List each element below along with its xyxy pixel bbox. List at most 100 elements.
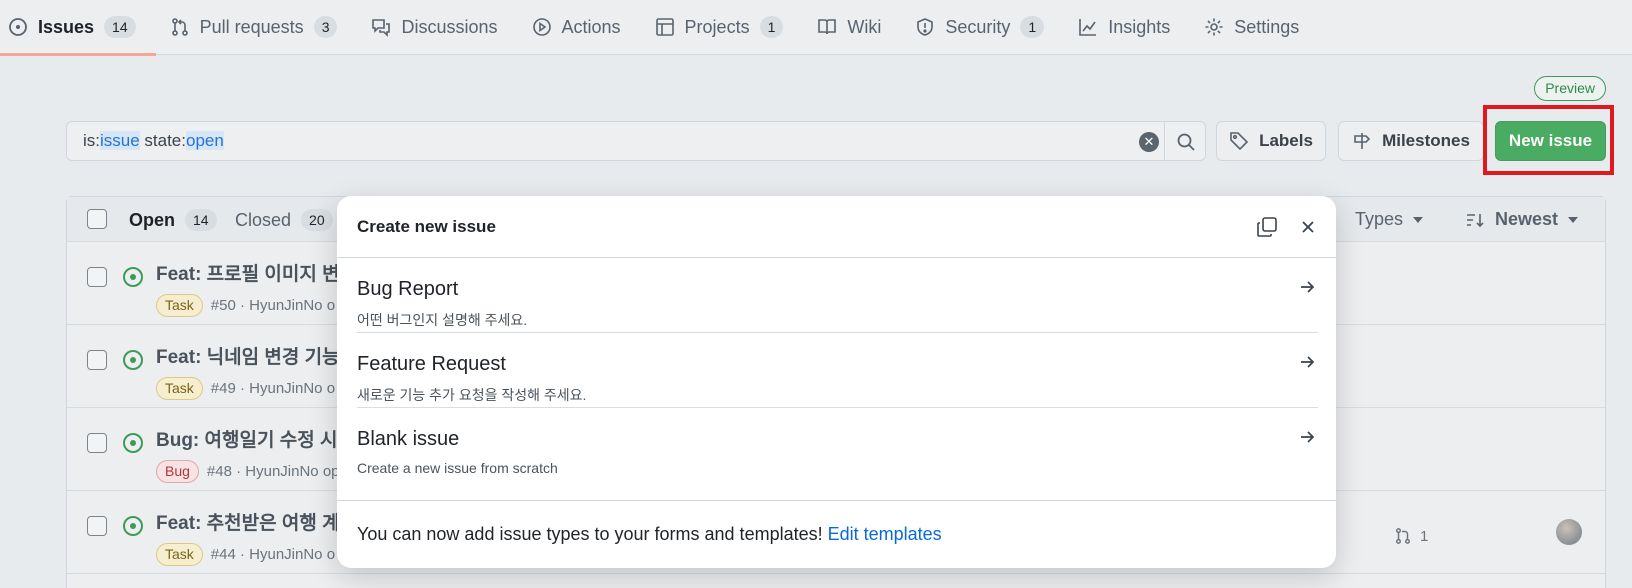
issue-meta-text: #48 · HyunJinNo op	[206, 463, 340, 480]
gear-icon	[1204, 17, 1224, 37]
linked-pr[interactable]: 1	[1394, 527, 1428, 545]
issue-meta: Task #50 · HyunJinNo o	[156, 294, 335, 317]
git-pull-request-icon	[170, 17, 190, 37]
closed-filter[interactable]: Closed 20	[235, 209, 333, 231]
sort-label: Newest	[1495, 209, 1559, 229]
tab-pull-requests[interactable]: Pull requests 3	[170, 0, 352, 55]
arrow-right-icon	[1298, 353, 1316, 371]
issue-checkbox[interactable]	[87, 433, 107, 453]
issue-meta: Task #49 · HyunJinNo o	[156, 377, 335, 400]
tab-insights[interactable]: Insights	[1078, 0, 1184, 55]
arrow-right-icon	[1298, 428, 1316, 446]
issue-type-badge: Task	[156, 543, 203, 566]
template-option-bug-report[interactable]: Bug Report 어떤 버그인지 설명해 주세요.	[357, 258, 1318, 333]
issue-open-icon	[123, 350, 143, 370]
repo-nav: Issues 14 Pull requests 3 Discussions Ac…	[0, 0, 1632, 56]
types-filter[interactable]: Types	[1355, 209, 1424, 230]
issue-title[interactable]: Bug: 여행일기 수정 시	[156, 425, 337, 452]
issue-open-icon	[123, 433, 143, 453]
issue-search-input[interactable]: is:issue state:open ✕	[66, 121, 1206, 161]
template-description: Create a new issue from scratch	[357, 460, 558, 476]
template-title: Feature Request	[357, 353, 506, 375]
linked-pr-count: 1	[1420, 527, 1429, 545]
sort-icon	[1465, 210, 1485, 230]
avatar[interactable]	[1556, 519, 1582, 545]
close-icon[interactable]	[1298, 217, 1318, 237]
labels-button[interactable]: Labels	[1216, 121, 1326, 161]
tab-wiki[interactable]: Wiki	[817, 0, 895, 55]
tab-projects-label: Projects	[684, 16, 750, 37]
template-title: Bug Report	[357, 278, 459, 300]
issue-meta: Task #44 · HyunJinNo o	[156, 543, 335, 566]
tab-wiki-label: Wiki	[847, 16, 882, 37]
issue-meta-text: #44 · HyunJinNo o	[210, 546, 336, 563]
tab-settings-label: Settings	[1234, 16, 1300, 37]
tab-discussions-label: Discussions	[401, 16, 498, 37]
issue-opened-icon	[8, 17, 28, 37]
issue-type-badge: Task	[156, 377, 203, 400]
open-filter-label: Open	[129, 209, 176, 230]
tab-issues-count: 14	[104, 16, 136, 38]
template-description: 새로운 기능 추가 요청을 작성해 주세요.	[357, 387, 587, 403]
template-option-blank-issue[interactable]: Blank issue Create a new issue from scra…	[357, 408, 1318, 483]
play-icon	[532, 17, 552, 37]
tab-security[interactable]: Security 1	[915, 0, 1058, 55]
create-issue-dialog: Create new issue Bug Report 어떤 버그인지 설명해 …	[337, 196, 1336, 568]
edit-templates-link[interactable]: Edit templates	[828, 524, 942, 544]
tab-pull-requests-count: 3	[313, 16, 338, 38]
labels-button-label: Labels	[1259, 131, 1313, 150]
git-pull-request-icon	[1394, 527, 1412, 545]
clear-search-icon[interactable]: ✕	[1139, 132, 1159, 152]
milestones-button[interactable]: Milestones	[1338, 121, 1484, 161]
preview-badge[interactable]: Preview	[1534, 76, 1606, 101]
milestone-icon	[1352, 131, 1372, 151]
search-query: is:issue state:open	[83, 131, 224, 150]
issue-checkbox[interactable]	[87, 267, 107, 287]
tab-settings[interactable]: Settings	[1204, 0, 1313, 55]
tab-actions[interactable]: Actions	[532, 0, 635, 55]
tab-issues-label: Issues	[38, 16, 95, 37]
dialog-footer: You can now add issue types to your form…	[337, 500, 1336, 568]
issue-title[interactable]: Feat: 추천받은 여행 계	[156, 508, 340, 535]
issue-meta-text: #49 · HyunJinNo o	[210, 380, 336, 397]
types-filter-label: Types	[1355, 209, 1404, 229]
issue-type-badge: Task	[156, 294, 203, 317]
issue-checkbox[interactable]	[87, 350, 107, 370]
dialog-title: Create new issue	[357, 217, 496, 236]
closed-count: 20	[301, 209, 333, 231]
tab-insights-label: Insights	[1108, 16, 1171, 37]
issue-open-icon	[123, 267, 143, 287]
table-icon	[655, 17, 675, 37]
issue-type-badge: Bug	[156, 460, 199, 483]
chevron-down-icon	[1413, 217, 1424, 224]
select-all-checkbox[interactable]	[87, 209, 107, 229]
highlight-annotation	[1483, 105, 1614, 175]
graph-icon	[1078, 17, 1098, 37]
milestones-button-label: Milestones	[1382, 131, 1470, 150]
chevron-down-icon	[1568, 216, 1579, 223]
copy-icon[interactable]	[1256, 216, 1278, 238]
search-icon[interactable]	[1175, 131, 1197, 153]
tab-security-count: 1	[1020, 16, 1045, 38]
issue-checkbox[interactable]	[87, 516, 107, 536]
issue-title[interactable]: Feat: 닉네임 변경 기능	[156, 342, 340, 369]
sort-dropdown[interactable]: Newest	[1465, 209, 1579, 230]
tab-actions-label: Actions	[561, 16, 621, 37]
tab-issues[interactable]: Issues 14	[0, 0, 156, 56]
template-title: Blank issue	[357, 428, 460, 450]
issue-open-icon	[123, 516, 143, 536]
tab-projects[interactable]: Projects 1	[655, 0, 798, 55]
template-option-feature-request[interactable]: Feature Request 새로운 기능 추가 요청을 작성해 주세요.	[357, 333, 1318, 408]
tab-security-label: Security	[945, 16, 1011, 37]
comment-discussion-icon	[371, 17, 391, 37]
book-icon	[817, 17, 837, 37]
search-divider	[1164, 122, 1165, 160]
closed-filter-label: Closed	[235, 209, 292, 230]
issue-meta: Bug #48 · HyunJinNo op	[156, 460, 340, 483]
tab-discussions[interactable]: Discussions	[371, 0, 511, 55]
open-filter[interactable]: Open 14	[129, 209, 217, 231]
issue-title[interactable]: Feat: 프로필 이미지 변	[156, 259, 340, 286]
open-count: 14	[185, 209, 217, 231]
dialog-header: Create new issue	[337, 196, 1336, 258]
tab-projects-count: 1	[759, 16, 784, 38]
